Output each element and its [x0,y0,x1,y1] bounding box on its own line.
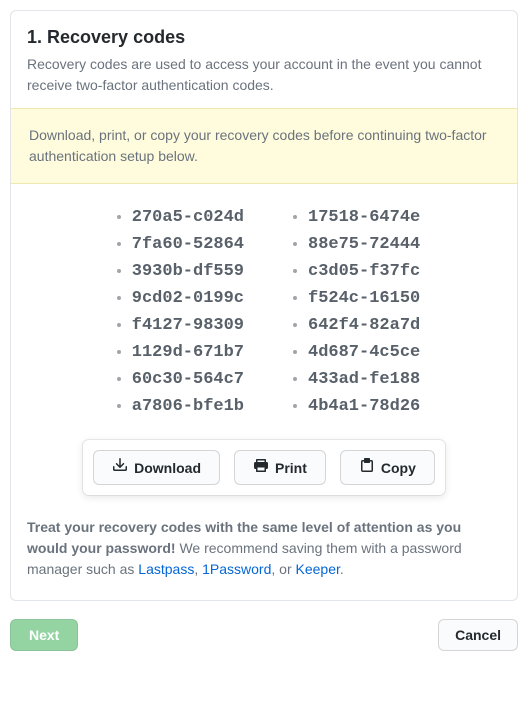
recovery-code: 642f4-82a7d [308,312,420,339]
footnote-end: . [340,561,344,577]
recovery-code: 88e75-72444 [308,231,420,258]
button-label: Copy [381,458,416,478]
recovery-code: c3d05-f37fc [308,258,420,285]
separator: , [194,561,202,577]
codes-column-2: 17518-6474e 88e75-72444 c3d05-f37fc f524… [284,204,420,420]
actions-container: Download Print Copy [11,440,517,517]
panel-description: Recovery codes are used to access your a… [27,54,501,96]
recovery-codes-panel: 1. Recovery codes Recovery codes are use… [10,10,518,601]
recovery-code: 4d687-4c5ce [308,339,420,366]
recovery-codes-list: 270a5-c024d 7fa60-52864 3930b-df559 9cd0… [11,184,517,440]
recovery-code: 433ad-fe188 [308,366,420,393]
cancel-button[interactable]: Cancel [438,619,518,651]
copy-icon [359,457,375,478]
next-button[interactable]: Next [10,619,78,651]
copy-button[interactable]: Copy [340,450,435,485]
panel-header: 1. Recovery codes Recovery codes are use… [11,11,517,108]
footnote: Treat your recovery codes with the same … [11,517,517,600]
recovery-code: 7fa60-52864 [132,231,244,258]
recovery-code: 17518-6474e [308,204,420,231]
print-button[interactable]: Print [234,450,326,485]
download-button[interactable]: Download [93,450,220,485]
bottom-bar: Next Cancel [10,601,518,655]
recovery-code: 270a5-c024d [132,204,244,231]
actions-group: Download Print Copy [83,440,445,495]
link-keeper[interactable]: Keeper [296,561,340,577]
button-label: Download [134,458,201,478]
recovery-code: f524c-16150 [308,285,420,312]
panel-title: 1. Recovery codes [27,27,501,48]
recovery-code: a7806-bfe1b [132,393,244,420]
recovery-code: 1129d-671b7 [132,339,244,366]
print-icon [253,457,269,478]
recovery-code: 4b4a1-78d26 [308,393,420,420]
link-1password[interactable]: 1Password [202,561,271,577]
codes-column-1: 270a5-c024d 7fa60-52864 3930b-df559 9cd0… [108,204,244,420]
button-label: Print [275,458,307,478]
warning-banner: Download, print, or copy your recovery c… [11,108,517,184]
recovery-code: 9cd02-0199c [132,285,244,312]
recovery-code: 60c30-564c7 [132,366,244,393]
download-icon [112,457,128,478]
link-lastpass[interactable]: Lastpass [138,561,194,577]
recovery-code: 3930b-df559 [132,258,244,285]
separator: , or [271,561,295,577]
recovery-code: f4127-98309 [132,312,244,339]
